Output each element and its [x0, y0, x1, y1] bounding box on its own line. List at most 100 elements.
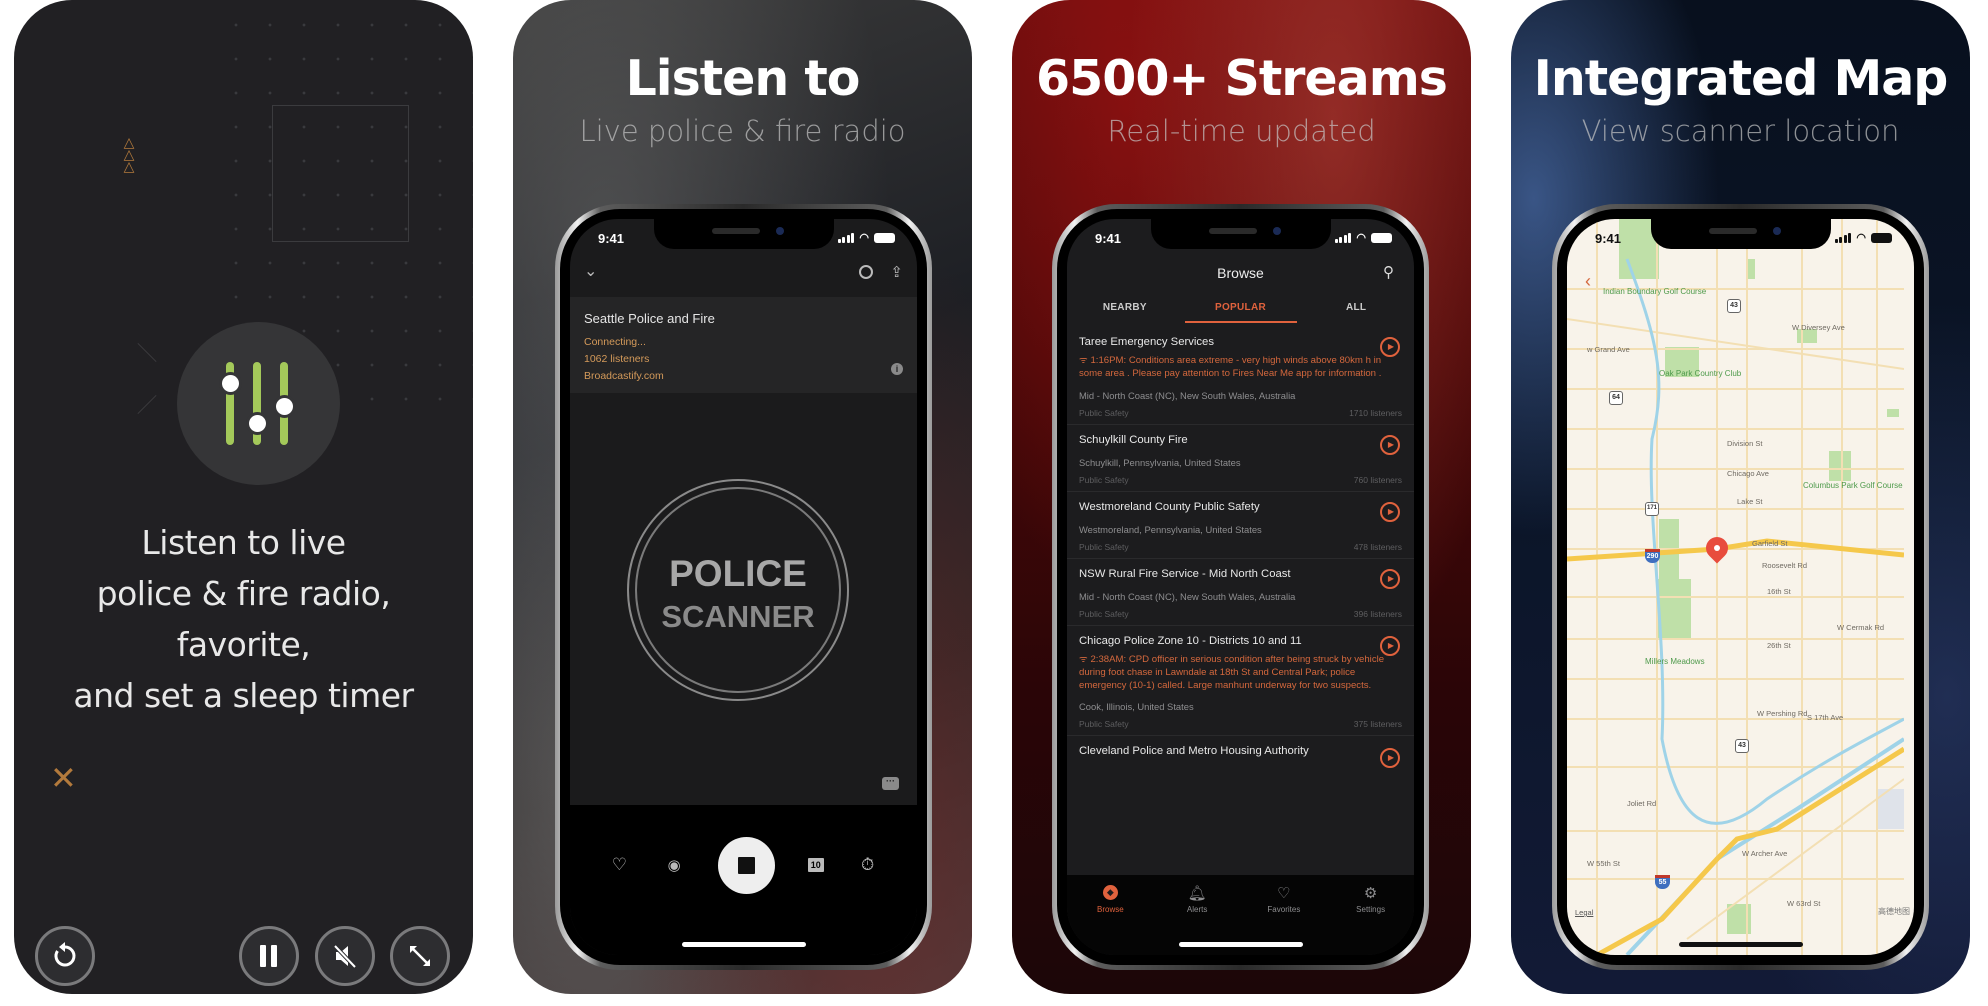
slider-knob — [222, 375, 239, 392]
listener-count: 1062 listeners — [584, 353, 650, 365]
connection-status: Connecting... — [584, 336, 646, 348]
stop-button[interactable] — [717, 836, 775, 894]
map-label-street: Joliet Rd — [1627, 799, 1657, 808]
collapse-chevron-icon[interactable]: ⌄ — [584, 261, 597, 281]
share-icon[interactable]: ⇪ — [890, 263, 903, 281]
home-indicator — [1678, 942, 1803, 947]
tabbar-browse[interactable]: ◆ Browse — [1067, 885, 1154, 955]
browse-tabs: NEARBY POPULAR ALL — [1067, 293, 1414, 327]
stream-name: Taree Emergency Services — [1079, 336, 1214, 348]
play-button[interactable]: ▶ — [1380, 434, 1400, 455]
stream-location: Westmoreland, Pennsylvania, United State… — [1079, 523, 1262, 535]
status-bar: 9:41 ◠ — [1067, 219, 1414, 253]
promo-panel-listen: Listen to Live police & fire radio 9:41 … — [513, 0, 972, 994]
stream-name: NSW Rural Fire Service - Mid North Coast — [1079, 567, 1291, 580]
pause-icon — [260, 945, 277, 967]
stream-category: Public Safety — [1079, 541, 1129, 552]
station-info-card: Seattle Police and Fire Connecting... 10… — [570, 297, 917, 393]
stream-category: Public Safety — [1079, 608, 1129, 619]
panel-headline: 6500+ Streams — [1036, 50, 1448, 107]
map-label-street: W Diversey Ave — [1792, 323, 1845, 332]
sleep-timer-badge-icon[interactable]: 10 — [807, 858, 824, 872]
stream-row[interactable]: Chicago Police Zone 10 - Districts 10 an… — [1067, 626, 1414, 737]
map-label-street: W Archer Ave — [1742, 849, 1788, 858]
player-controls-bar: ♡ ◉ 10 ⏱ — [570, 805, 917, 955]
search-icon[interactable]: ⚲ — [1383, 253, 1394, 293]
stream-row[interactable]: Cleveland Police and Metro Housing Autho… — [1067, 736, 1414, 769]
play-button[interactable]: ▶ — [1380, 501, 1400, 522]
wifi-icon: ◠ — [859, 232, 869, 244]
alert-wifi-icon: ᯤ — [1079, 653, 1091, 665]
stream-row[interactable]: NSW Rural Fire Service - Mid North Coast… — [1067, 559, 1414, 626]
feature-caption: Listen to live police & fire radio, favo… — [14, 517, 473, 721]
heart-icon: ♡ — [1277, 885, 1291, 902]
map-view[interactable]: ‹ Indian Boundary Golf Course Oak Park C… — [1567, 219, 1914, 955]
stream-category: Public Safety — [1079, 474, 1129, 485]
caption-line: Listen to live — [141, 523, 346, 562]
station-title: Seattle Police and Fire — [584, 311, 715, 326]
replay-button[interactable] — [35, 926, 95, 986]
map-label-street: Lake St — [1737, 497, 1763, 506]
signal-icon — [1334, 232, 1352, 243]
fullscreen-button[interactable] — [390, 926, 450, 986]
route-shield: 43 — [1727, 299, 1741, 313]
stream-listeners: 478 listeners — [1353, 541, 1402, 552]
expand-icon — [410, 946, 430, 966]
play-button[interactable]: ▶ — [1380, 568, 1400, 589]
map-label-street: Garfield St — [1752, 539, 1788, 548]
battery-icon — [1371, 232, 1392, 243]
stopwatch-icon[interactable]: ⏱ — [857, 855, 879, 875]
slider-knob — [276, 398, 293, 415]
panel-subline: View scanner location — [1581, 114, 1900, 148]
favorite-heart-icon[interactable]: ♡ — [608, 855, 630, 875]
location-pin-icon[interactable]: ◉ — [663, 856, 685, 874]
promo-panel-player-controls: △ △ △ Listen to live police & fire radio, … — [14, 0, 473, 994]
stream-row[interactable]: Westmoreland County Public Safety Westmo… — [1067, 492, 1414, 559]
browse-screen: 9:41 ◠ Browse ⚲ NEARBY POPULAR ALL Taree… — [1067, 219, 1414, 955]
x-mark-icon: ✕ — [50, 760, 77, 796]
map-label-street: Division St — [1727, 439, 1763, 448]
play-button[interactable]: ▶ — [1380, 635, 1400, 656]
source-link[interactable]: Broadcastify.com — [584, 368, 903, 385]
play-button[interactable]: ▶ — [1380, 748, 1400, 769]
stream-list: Taree Emergency Services ᯤ 1:16PM: Condi… — [1067, 327, 1414, 875]
play-button[interactable]: ▶ — [1380, 337, 1400, 357]
route-shield: 171 — [1645, 502, 1659, 516]
promo-panel-map: Integrated Map View scanner location ‹ I… — [1511, 0, 1970, 994]
tabbar-settings[interactable]: ⚙ Settings — [1327, 885, 1414, 955]
logo-text-scanner: SCANNER — [661, 599, 815, 634]
tab-nearby[interactable]: NEARBY — [1067, 293, 1183, 327]
promo-panel-streams: 6500+ Streams Real-time updated 9:41 ◠ B… — [1012, 0, 1471, 994]
stream-listeners: 375 listeners — [1353, 719, 1402, 730]
map-screen: ‹ Indian Boundary Golf Course Oak Park C… — [1567, 219, 1914, 955]
stream-listeners: 1710 listeners — [1349, 407, 1402, 418]
info-icon[interactable]: i — [891, 363, 903, 375]
battery-icon — [874, 232, 895, 243]
stream-row[interactable]: Taree Emergency Services ᯤ 1:16PM: Condi… — [1067, 327, 1414, 425]
legal-link[interactable]: Legal — [1575, 908, 1593, 917]
wifi-icon: ◠ — [1356, 232, 1366, 244]
map-brand-label: 高德地图 — [1878, 907, 1910, 916]
map-label-street: W Cermak Rd — [1837, 623, 1885, 632]
decorative-line — [137, 394, 157, 415]
map-roads — [1567, 219, 1904, 955]
slider-bar — [253, 362, 261, 445]
map-label-street: Chicago Ave — [1727, 469, 1769, 478]
stream-name: Westmoreland County Public Safety — [1079, 500, 1260, 513]
airplay-icon[interactable] — [859, 265, 873, 279]
chat-icon[interactable]: ··· — [882, 777, 899, 790]
back-chevron-icon[interactable]: ‹ — [1585, 271, 1591, 292]
stream-row[interactable]: Schuylkill County Fire Schuylkill, Penns… — [1067, 425, 1414, 492]
tab-all[interactable]: ALL — [1298, 293, 1414, 327]
stream-listeners: 396 listeners — [1353, 608, 1402, 619]
home-indicator — [681, 942, 806, 947]
battery-icon — [1871, 232, 1892, 243]
decorative-line — [137, 342, 157, 363]
triangles-icon: △ △ △ — [123, 134, 135, 174]
mute-button[interactable] — [315, 926, 375, 986]
map-label-street: 16th St — [1767, 587, 1791, 596]
pause-button[interactable] — [239, 926, 299, 986]
stream-location: Mid - North Coast (NC), New South Wales,… — [1079, 590, 1296, 602]
nav-title: Browse — [1217, 265, 1264, 281]
mute-icon — [333, 944, 357, 969]
